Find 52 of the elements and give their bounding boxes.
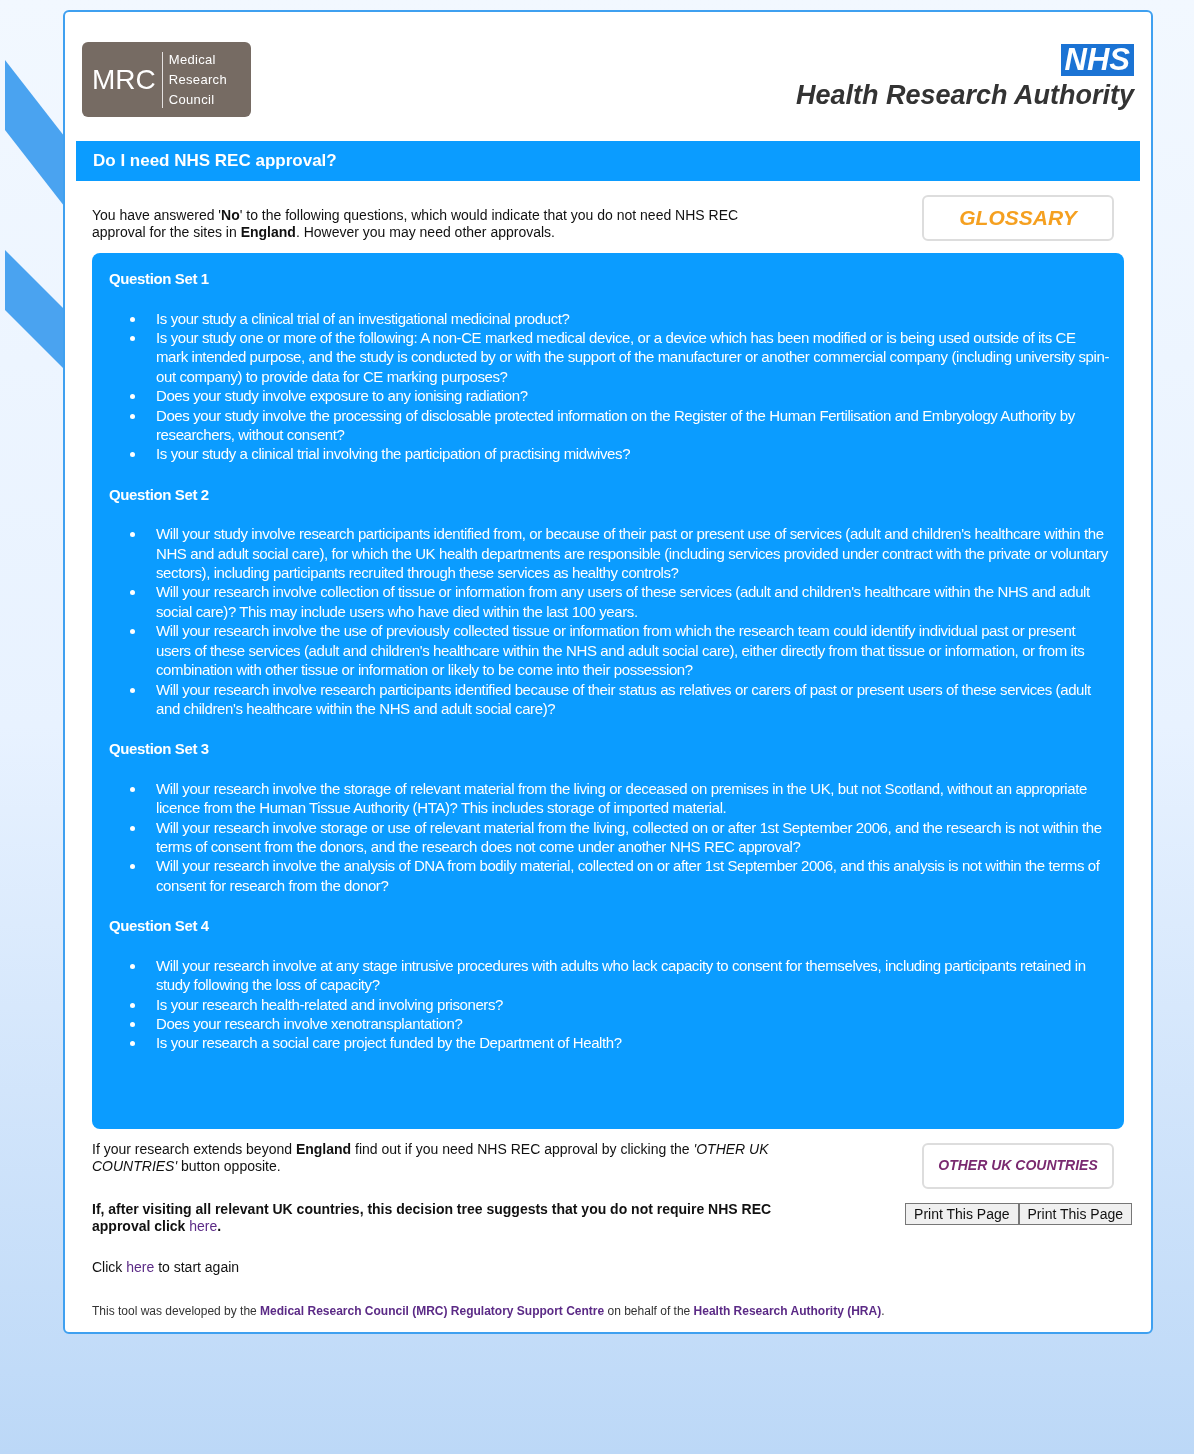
footer-text: This tool was developed by the Medical Research Council (MRC) Regulatory Support Centre on behalf of the Health Research Authority (HRA). — [91, 1302, 886, 1320]
bullet-icon — [130, 452, 135, 458]
bullet-icon — [130, 825, 135, 831]
bullet-icon — [130, 963, 135, 969]
question-text: Is your research a social care project funded by the Department of Health? — [156, 1033, 622, 1053]
bullet-icon — [130, 786, 135, 792]
question-text: Is your study a clinical trial involving the participation of practising midwives? — [156, 444, 631, 464]
question-text: Will your study involve research participants identified from, or because of their past or present use of services (adult and children's healthcare within the NHS and adult social care), for which the UK health departments are responsible (including services provided under contract with the private or voluntary sectors), including participants recruited through these services as healthy controls? — [156, 524, 1109, 583]
approval-text: If, after visiting all relevant UK countries, this decision tree suggests that you do not require NHS REC approval click here. — [92, 1200, 773, 1235]
organisation-name: Health Research Authority — [795, 79, 1134, 112]
question-text: Will your research involve the use of previously collected tissue or information from which the research team could identify individual past or present users of these services (adult and children's healthcare within the NHS and adult social care), either directly from that tissue or information, or from its combination with other tissue or information or likely to be come into their possession? — [156, 621, 1086, 680]
bullet-icon — [130, 413, 135, 419]
question-set-heading: Question Set 1 — [109, 269, 210, 289]
question-text: Is your study one or more of the following: A non-CE marked medical device, or a device which has been modified or is being used outside of its CE mark intended purpose, and the study is conducted by or with the support of the manufacturer or another commercial company (including university spin-out company) to provide data for CE marking purposes? — [156, 327, 1110, 387]
question-text: Will your research involve storage or use of relevant material from the living, collected on or after 1st September 2006, and the research is not within the terms of consent from the donors, and the research does not come under another NHS REC approval? — [156, 817, 1103, 857]
question-text: Will your research involve collection of tissue or information from any users of these services (adult and children's healthcare within the NHS and adult social care)? This may include users who have died within the last 100 years. — [156, 582, 1091, 622]
question-text: Does your study involve exposure to any ionising radiation? — [156, 386, 528, 406]
link[interactable]: here — [189, 1217, 218, 1234]
bullet-icon — [130, 864, 135, 870]
bullet-icon — [130, 687, 135, 693]
question-set-heading: Question Set 2 — [109, 484, 210, 505]
bullet-icon — [130, 1041, 135, 1047]
question-text: Will your research involve research participants identified because of their status as relatives or carers of past or present users of these services (adult and children's healthcare within the NHS and adult social care)? — [156, 679, 1092, 719]
bullet-icon — [130, 590, 135, 596]
restart-text: Click here to start again — [91, 1257, 241, 1277]
bullet-icon — [130, 629, 135, 635]
mrc-logo-text: MRC — [92, 65, 156, 94]
print-button[interactable]: Print This Page — [905, 1202, 1019, 1225]
bullet-icon — [130, 316, 135, 322]
page-title: Do I need NHS REC approval? — [76, 141, 1140, 181]
other-countries-text: If your research extends beyond England find out if you need NHS REC approval by clicking the 'OTHER UK COUNTRIES' button opposite. — [92, 1140, 770, 1175]
question-set-heading: Question Set 4 — [109, 916, 210, 937]
other-uk-countries-button[interactable]: OTHER UK COUNTRIES — [922, 1142, 1114, 1189]
link[interactable]: here — [126, 1258, 155, 1275]
question-text: Will your research involve the analysis of DNA from bodily material, collected on or after 1st September 2006, and this analysis is not within the terms of consent for research from the donor? — [156, 856, 1101, 896]
mrc-logo: MRC Medical Research Council — [82, 42, 251, 117]
nhs-logo: NHS — [1060, 44, 1134, 76]
question-text: Will your research involve the storage of relevant material from the living or deceased on premises in the UK, but not Scotland, without an appropriate licence from the Human Tissue Authority (HTA)? This includes storage of imported material. — [156, 778, 1088, 818]
bullet-icon — [130, 335, 135, 341]
bullet-icon — [130, 1002, 135, 1008]
bullet-icon — [130, 394, 135, 400]
question-text: Is your study a clinical trial of an investigational medicinal product? — [156, 308, 570, 328]
bullet-icon — [130, 1021, 135, 1027]
question-text: Is your research health-related and involving prisoners? — [156, 994, 503, 1014]
question-set-heading: Question Set 3 — [109, 739, 210, 760]
question-text: Does your research involve xenotransplantation? — [156, 1013, 463, 1034]
print-button[interactable]: Print This Page — [1018, 1202, 1132, 1225]
question-text: Will your research involve at any stage intrusive procedures with adults who lack capacity to consent for themselves, including participants retained in study following the loss of capacity? — [156, 955, 1087, 995]
bullet-icon — [130, 532, 135, 538]
question-text: Does your study involve the processing of disclosable protected information on the Register of the Human Fertilisation and Embryology Authority by researchers, without consent? — [156, 405, 1076, 445]
intro-text: You have answered 'No' to the following questions, which would indicate that you do not need NHS REC approval for the sites in England. However you may need other approvals. — [92, 206, 740, 241]
link[interactable]: Medical Research Council (MRC) Regulatory Support Centre — [260, 1303, 605, 1318]
